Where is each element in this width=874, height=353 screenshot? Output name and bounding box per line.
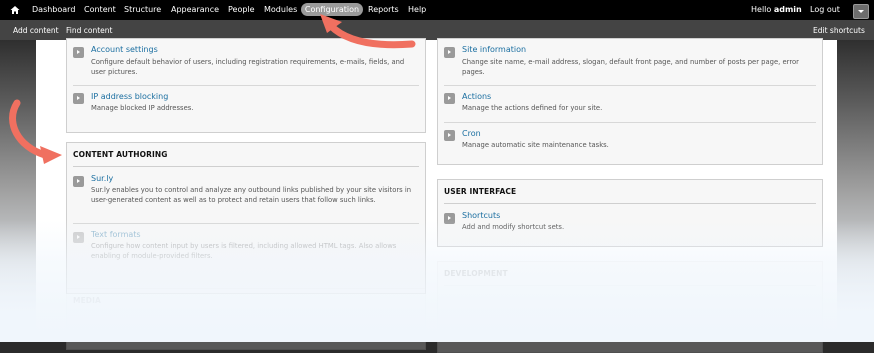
annotation-arrows [9,14,416,164]
annotation-arrow-configuration [320,14,416,49]
annotation-arrow-content-authoring [9,99,62,164]
